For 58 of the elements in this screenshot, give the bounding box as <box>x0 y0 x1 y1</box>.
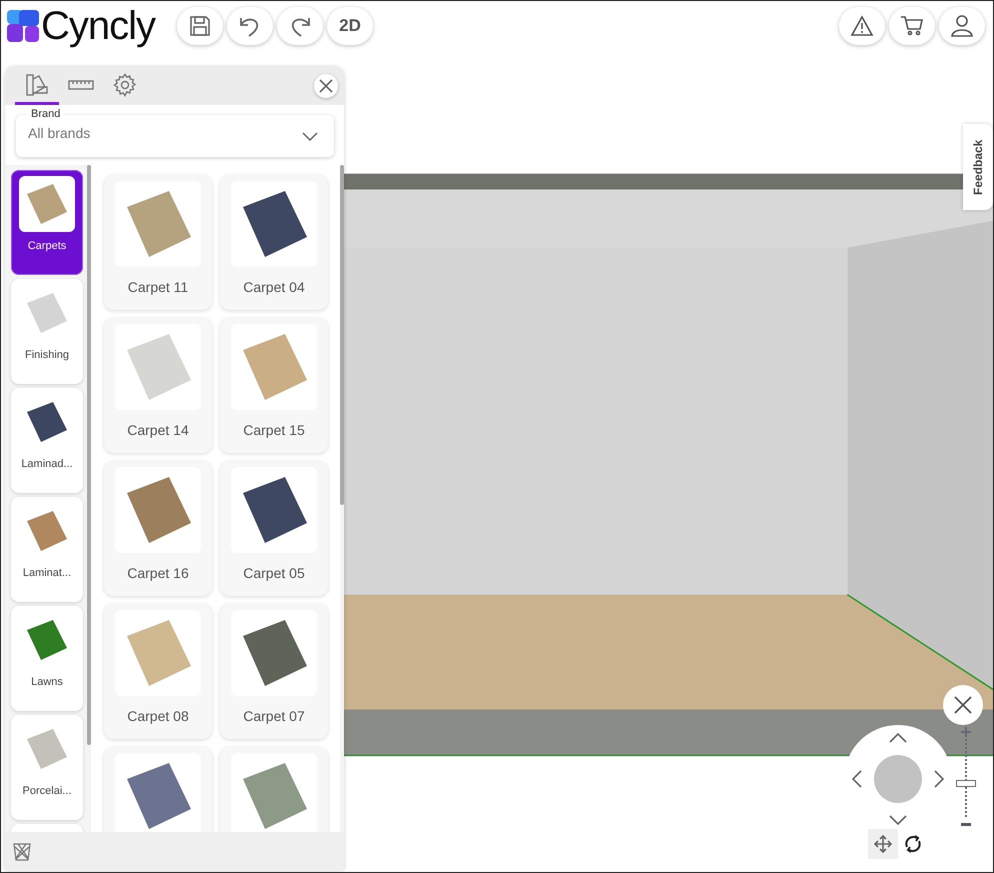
swatch-thumbnail <box>25 400 69 444</box>
cart-icon <box>900 15 924 37</box>
logo-icon <box>7 10 39 42</box>
cart-button[interactable] <box>889 7 935 45</box>
redo-button[interactable] <box>277 7 324 45</box>
product-card[interactable]: Carpet 16 <box>104 461 212 596</box>
save-icon <box>188 14 212 38</box>
chevron-left-icon[interactable] <box>852 770 862 788</box>
product-card[interactable]: Carpet 05 <box>220 461 328 596</box>
settings-icon <box>113 72 137 96</box>
category-card[interactable]: Finishing <box>11 279 83 384</box>
feedback-tab[interactable]: Feedback <box>963 124 993 210</box>
account-button[interactable] <box>939 7 985 45</box>
zoom-slider[interactable] <box>956 727 976 827</box>
scrollbar[interactable] <box>87 165 91 745</box>
save-button[interactable] <box>177 7 224 45</box>
close-icon <box>954 696 972 714</box>
swatch-thumbnail <box>25 291 69 335</box>
category-card[interactable]: Laminat... <box>11 497 83 602</box>
warning-button[interactable] <box>839 7 885 45</box>
swatch-thumbnail <box>25 509 69 553</box>
brand-label: Brand <box>27 108 64 120</box>
brand-value: All brands <box>28 125 90 141</box>
view-toggle-button[interactable]: 2D <box>327 7 374 45</box>
user-icon <box>950 14 974 38</box>
chevron-up-icon[interactable] <box>889 733 907 743</box>
pan-mode-button[interactable] <box>868 829 898 859</box>
minus-icon <box>961 823 971 827</box>
ruler-icon <box>68 80 94 90</box>
product-card[interactable]: Carpet 14 <box>104 318 212 453</box>
product-card[interactable]: Carpet 11 <box>104 175 212 310</box>
chevron-down-icon[interactable] <box>889 815 907 825</box>
close-icon <box>319 79 333 93</box>
swatch-thumbnail <box>25 727 69 771</box>
category-card[interactable]: Laminad... <box>11 388 83 493</box>
slider-handle[interactable] <box>956 780 976 787</box>
chevron-right-icon[interactable] <box>934 770 944 788</box>
swatch-thumbnail <box>25 618 69 662</box>
scrollbar[interactable] <box>340 165 344 505</box>
category-card[interactable]: Porcelai... <box>11 715 83 820</box>
close-button[interactable] <box>314 74 338 98</box>
delete-button[interactable] <box>13 841 31 861</box>
category-card[interactable]: Carpets <box>11 170 83 275</box>
logo-text: Cyncly <box>41 6 156 46</box>
warning-icon <box>850 15 874 37</box>
product-card[interactable]: Carpet 04 <box>220 175 328 310</box>
plus-icon <box>961 727 971 737</box>
product-card[interactable]: Carpet 07 <box>220 604 328 739</box>
trash-icon <box>13 841 31 861</box>
move-icon <box>874 835 892 853</box>
rotate-icon <box>903 834 923 854</box>
product-card[interactable]: Carpet 08 <box>104 604 212 739</box>
category-card[interactable]: Lawns <box>11 606 83 711</box>
swatch-thumbnail <box>25 182 69 226</box>
undo-button[interactable] <box>227 7 274 45</box>
swatches-icon <box>25 72 49 96</box>
product-card[interactable]: Carpet 15 <box>220 318 328 453</box>
chevron-down-icon <box>302 132 318 140</box>
